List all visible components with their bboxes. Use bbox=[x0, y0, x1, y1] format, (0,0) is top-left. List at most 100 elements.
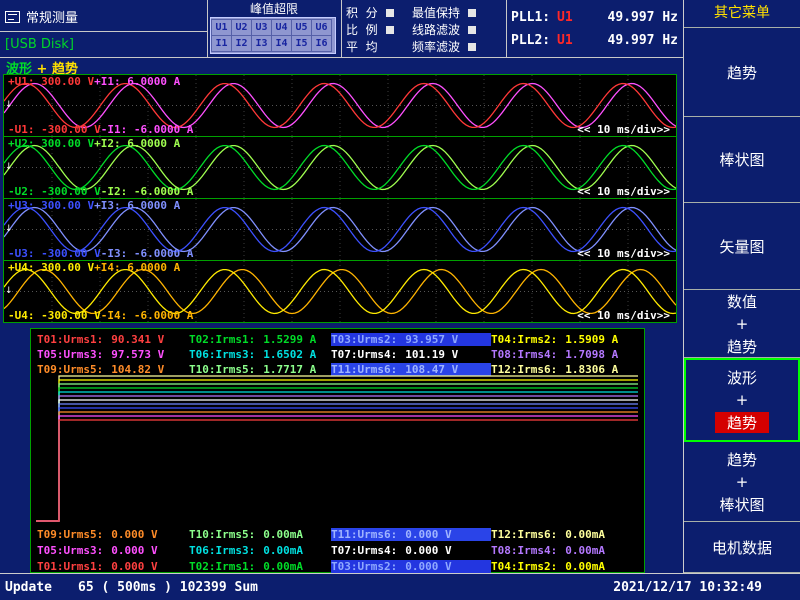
trend-legend-label: T07:Urms4: bbox=[331, 348, 397, 361]
separator-line bbox=[506, 0, 507, 57]
wave-max-labels: +U3: 300.00 V+I3: 6.0000 A bbox=[8, 199, 180, 212]
wave-min-labels: -U1: -300.00 V-I1: -6.0000 A bbox=[8, 123, 193, 136]
usb-disk-label: [USB Disk] bbox=[5, 37, 74, 52]
peak-indicator-cell: I3 bbox=[251, 35, 272, 52]
pll-readouts: PLL1: U1 49.997 Hz PLL2: U1 49.997 Hz bbox=[511, 6, 678, 52]
trend-legend-label: T04:Irms2: bbox=[491, 333, 557, 346]
peak-indicator-cell: U2 bbox=[231, 19, 252, 36]
separator-line bbox=[0, 31, 207, 32]
trend-legend-item: T09:Urms5: 0.000 V bbox=[37, 528, 189, 541]
indicator-square-icon bbox=[468, 9, 476, 17]
u-min-label: -U3: -300.00 V bbox=[8, 247, 101, 260]
zero-marker-icon: ↓ bbox=[5, 100, 13, 110]
pll2-source: U1 bbox=[557, 33, 587, 48]
menu-item-label: + bbox=[736, 473, 749, 491]
indicator-square-icon bbox=[468, 43, 476, 51]
menu-item-trend-plus-bar[interactable]: 趋势 + 棒状图 bbox=[684, 442, 800, 522]
menu-item-trend[interactable]: 趋势 bbox=[684, 28, 800, 117]
trend-legend-label: T11:Urms6: bbox=[331, 528, 397, 541]
peak-overrange-title: 峰值超限 bbox=[210, 2, 338, 16]
zero-marker-icon: ↓ bbox=[5, 162, 13, 172]
trend-legend-value: 1.5909 A bbox=[565, 333, 618, 346]
trend-legend-top: T01:Urms1:90.341 VT02:Irms1: 1.5299 A T03:… bbox=[37, 333, 618, 376]
menu-item-label: 趋势 bbox=[727, 336, 757, 357]
trend-legend-label: T09:Urms5: bbox=[37, 528, 103, 541]
trend-legend-value: 101.19 V bbox=[405, 348, 458, 361]
menu-item-waveform-plus-trend[interactable]: 波形 + 趋势 bbox=[684, 358, 800, 442]
waveform-panel-u3i3: +U3: 300.00 V+I3: 6.0000 A -U3: -300.00 … bbox=[3, 198, 677, 261]
trend-legend-value: 93.957 V bbox=[405, 333, 458, 346]
u-max-label: +U3: 300.00 V bbox=[8, 199, 94, 212]
u-min-label: -U2: -300.00 V bbox=[8, 185, 101, 198]
peak-indicator-cell: U4 bbox=[271, 19, 292, 36]
display-mode-icon bbox=[5, 11, 20, 23]
menu-item-vector-diagram[interactable]: 矢量图 bbox=[684, 203, 800, 290]
separator-line bbox=[0, 57, 683, 58]
wave-min-labels: -U4: -300.00 V-I4: -6.0000 A bbox=[8, 309, 193, 322]
u-max-label: +U1: 300.00 V bbox=[8, 75, 94, 88]
i-max-label: +I4: 6.0000 A bbox=[94, 261, 180, 274]
i-min-label: -I2: -6.0000 A bbox=[101, 185, 194, 198]
u-max-label: +U2: 300.00 V bbox=[8, 137, 94, 150]
trend-legend-label: T02:Irms1: bbox=[189, 333, 255, 346]
i-min-label: -I1: -6.0000 A bbox=[101, 123, 194, 136]
trend-legend-item: T06:Irms3: 0.00mA bbox=[189, 544, 331, 557]
peak-indicator-cell: U5 bbox=[291, 19, 312, 36]
menu-item-label: 趋势 bbox=[727, 62, 757, 83]
trend-legend-item: T08:Irms4:1.7098 A bbox=[491, 348, 618, 361]
trend-legend-item: T02:Irms1: 1.5299 A bbox=[189, 333, 331, 346]
menu-item-motor-data[interactable]: 电机数据 bbox=[684, 522, 800, 573]
i-max-label: +I3: 6.0000 A bbox=[94, 199, 180, 212]
trend-legend-value: 0.000 V bbox=[111, 528, 157, 541]
menu-item-label: + bbox=[736, 315, 749, 333]
trend-legend-value: 1.5299 A bbox=[263, 333, 316, 346]
trend-legend-label: T06:Irms3: bbox=[189, 544, 255, 557]
timebase-label: << 10 ms/div>> bbox=[577, 247, 670, 260]
measurement-mode: 常规测量 bbox=[5, 7, 78, 26]
peak-overrange-grid: U1U2U3U4U5U6 I1I2I3I4I5I6 bbox=[210, 17, 336, 54]
trend-legend-item: T01:Urms1:0.000 V bbox=[37, 560, 189, 573]
trend-legend-item: T11:Urms6:0.000 V bbox=[331, 528, 491, 541]
timebase-label: << 10 ms/div>> bbox=[577, 309, 670, 322]
trend-legend-value: 90.341 V bbox=[111, 333, 164, 346]
menu-item-label: 矢量图 bbox=[719, 236, 764, 257]
indicator-label: 频率滤波 bbox=[412, 38, 460, 55]
instrument-screen: 常规测量 [USB Disk] 峰值超限 U1U2U3U4U5U6 I1I2I3… bbox=[0, 0, 800, 600]
trend-legend-item: T12:Irms6:0.00mA bbox=[491, 528, 605, 541]
i-min-label: -I3: -6.0000 A bbox=[101, 247, 194, 260]
trend-legend-label: T01:Urms1: bbox=[37, 560, 103, 573]
trend-legend-value: 0.00mA bbox=[263, 528, 303, 541]
indicator-label: 比 例 bbox=[346, 21, 378, 38]
trend-legend-value: 0.00mA bbox=[263, 544, 303, 557]
trend-legend-label: T08:Irms4: bbox=[491, 544, 557, 557]
trend-legend-value: 0.00mA bbox=[565, 560, 605, 573]
peak-indicator-cell: I5 bbox=[291, 35, 312, 52]
trend-legend-item: T01:Urms1:90.341 V bbox=[37, 333, 189, 346]
trend-legend-value: 97.573 V bbox=[111, 348, 164, 361]
waveform-panel-u1i1: +U1: 300.00 V+I1: 6.0000 A -U1: -300.00 … bbox=[3, 74, 677, 137]
trend-legend-label: T03:Urms2: bbox=[331, 560, 397, 573]
trend-legend-value: 1.6502 A bbox=[263, 348, 316, 361]
trend-legend-item: T06:Irms3:1.6502 A bbox=[189, 348, 331, 361]
peak-indicator-cell: U1 bbox=[211, 19, 232, 36]
mode-label: 常规测量 bbox=[26, 7, 78, 26]
trend-legend-label: T05:Urms3: bbox=[37, 348, 103, 361]
menu-item-label: + bbox=[736, 391, 749, 409]
u-max-label: +U4: 300.00 V bbox=[8, 261, 94, 274]
trend-legend-value: 1.7098 A bbox=[565, 348, 618, 361]
trend-legend-label: T03:Urms2: bbox=[331, 333, 397, 346]
i-min-label: -I4: -6.0000 A bbox=[101, 309, 194, 322]
peak-indicator-cell: U3 bbox=[251, 19, 272, 36]
menu-item-bar-chart[interactable]: 棒状图 bbox=[684, 117, 800, 203]
u-min-label: -U4: -300.00 V bbox=[8, 309, 101, 322]
menu-item-label: 趋势 bbox=[727, 449, 757, 470]
trend-legend-item: T03:Urms2:0.000 V bbox=[331, 560, 491, 573]
separator-line bbox=[341, 0, 342, 57]
wave-max-labels: +U1: 300.00 V+I1: 6.0000 A bbox=[8, 75, 180, 88]
sidebar-title: 其它菜单 bbox=[684, 0, 800, 28]
menu-item-numeric-plus-trend[interactable]: 数值 + 趋势 bbox=[684, 290, 800, 358]
timebase-label: << 10 ms/div>> bbox=[577, 185, 670, 198]
u-min-label: -U1: -300.00 V bbox=[8, 123, 101, 136]
trend-legend-value: 0.000 V bbox=[111, 544, 157, 557]
peak-indicator-cell: I1 bbox=[211, 35, 232, 52]
